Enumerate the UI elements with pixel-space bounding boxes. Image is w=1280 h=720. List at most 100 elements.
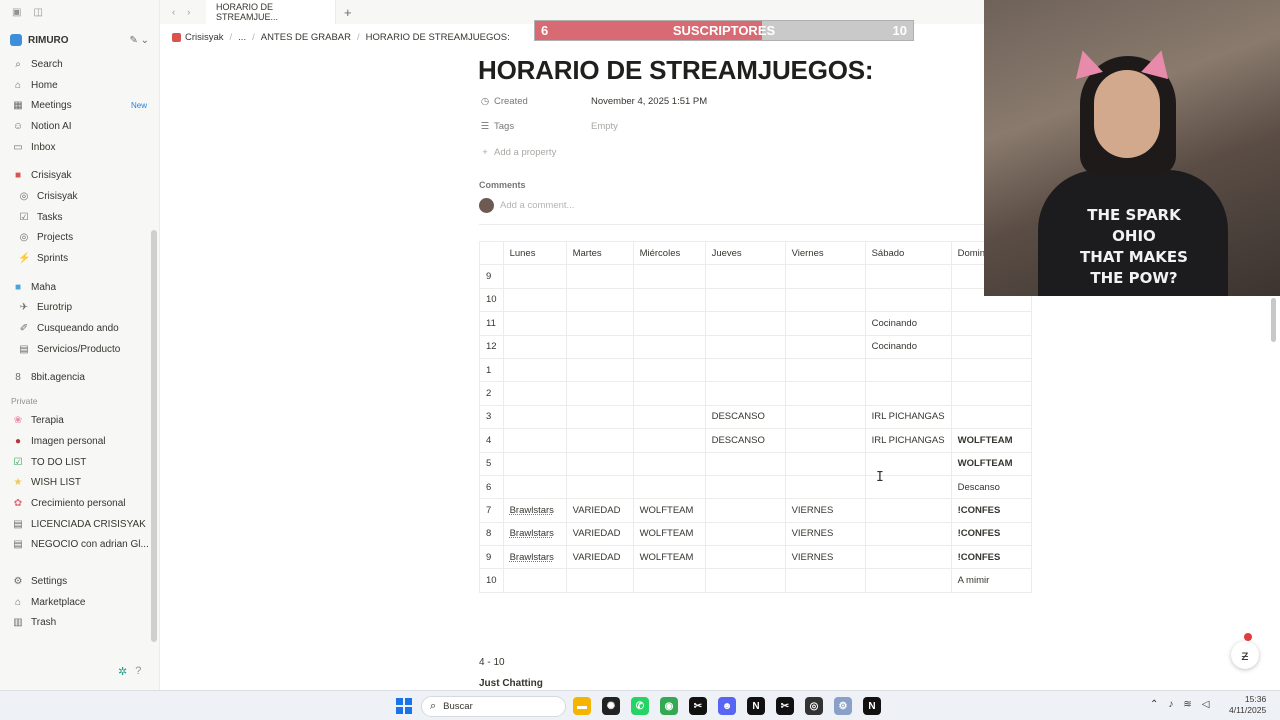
breadcrumb-item[interactable]: Crisisyak	[172, 32, 224, 43]
table-cell[interactable]	[632, 264, 706, 289]
table-cell[interactable]	[565, 264, 634, 289]
chevron-up-icon[interactable]: ⌃	[1150, 699, 1158, 710]
table-cell[interactable]: WOLFTEAM	[632, 498, 706, 523]
table-cell[interactable]	[950, 311, 1032, 336]
agent-icon[interactable]: ✲	[118, 665, 127, 678]
table-cell[interactable]	[502, 404, 567, 430]
back-icon[interactable]: ‹	[172, 7, 175, 18]
table-cell[interactable]	[502, 287, 567, 313]
table-cell[interactable]: Descanso	[950, 474, 1032, 500]
table-cell[interactable]: VARIEDAD	[565, 521, 634, 547]
volume-icon[interactable]: ◁	[1202, 699, 1210, 710]
table-cell[interactable]: DESCANSO	[704, 404, 786, 430]
table-cell[interactable]: 6	[479, 474, 504, 500]
sidebar-item-private[interactable]: ▤ LICENCIADA CRISISYAK	[0, 514, 159, 535]
table-cell[interactable]: IRL PICHANGAS	[864, 428, 952, 453]
table-cell[interactable]: !CONFES	[950, 498, 1032, 523]
table-cell[interactable]: VIERNES	[784, 498, 866, 523]
table-cell[interactable]	[502, 428, 567, 453]
table-cell[interactable]	[864, 568, 952, 593]
table-cell[interactable]	[784, 311, 866, 336]
sidebar-item-bottom[interactable]: ▥ Trash	[0, 613, 159, 634]
breadcrumb-item[interactable]: ANTES DE GRABAR	[261, 32, 351, 43]
table-cell[interactable]	[632, 404, 706, 430]
table-cell[interactable]	[864, 264, 952, 289]
add-property-button[interactable]: + Add a property	[480, 147, 556, 158]
sidebar-item-page[interactable]: ☑ Tasks	[0, 207, 159, 228]
table-cell[interactable]	[632, 334, 706, 359]
breadcrumb-item[interactable]: HORARIO DE STREAMJUEGOS:	[366, 32, 510, 43]
sidebar-item-meetings[interactable]: ▦ Meetings New	[0, 95, 159, 116]
table-cell[interactable]	[864, 357, 952, 383]
sidebar-item-page[interactable]: ✈ Eurotrip	[0, 298, 159, 319]
table-cell[interactable]: 2	[479, 381, 504, 406]
sidebar-item-page[interactable]: ⚡ Sprints	[0, 248, 159, 269]
table-cell[interactable]	[502, 381, 567, 406]
table-cell[interactable]: WOLFTEAM	[632, 545, 706, 570]
settings-icon[interactable]: ⚙	[834, 697, 852, 715]
tab-active[interactable]: HORARIO DE STREAMJUE...	[206, 0, 336, 24]
table-cell[interactable]	[704, 451, 786, 476]
table-cell[interactable]	[784, 568, 866, 593]
table-cell[interactable]	[784, 357, 866, 383]
table-cell[interactable]: 11	[479, 311, 504, 336]
table-cell[interactable]	[565, 451, 634, 476]
sidebar-item-bottom[interactable]: ⌂ Marketplace	[0, 592, 159, 613]
table-cell[interactable]: DESCANSO	[704, 428, 786, 453]
sidebar-item-notion-ai[interactable]: ☺ Notion AI	[0, 116, 159, 137]
sidebar-item-private[interactable]: ✿ Crecimiento personal	[0, 493, 159, 514]
table-cell[interactable]: WOLFTEAM	[950, 428, 1032, 453]
sidebar-item-inbox[interactable]: ▭ Inbox	[0, 137, 159, 158]
table-cell[interactable]	[704, 264, 786, 289]
table-cell[interactable]: Cocinando	[864, 311, 952, 336]
sidebar-item-search[interactable]: ⌕ Search	[0, 54, 159, 75]
page-title[interactable]: HORARIO DE STREAMJUEGOS:	[478, 55, 874, 86]
notion-logo-icon[interactable]: ▣	[12, 7, 21, 18]
table-cell[interactable]	[502, 334, 567, 359]
table-header-cell[interactable]: Lunes	[502, 240, 567, 266]
table-cell[interactable]	[565, 334, 634, 359]
help-icon[interactable]: ?	[135, 665, 141, 678]
table-cell[interactable]	[784, 428, 866, 453]
table-cell[interactable]: VARIEDAD	[565, 545, 634, 570]
help-button[interactable]: ƶ	[1231, 641, 1259, 669]
chrome-icon[interactable]: ◉	[660, 697, 678, 715]
table-cell[interactable]: Brawlstars	[502, 545, 567, 570]
table-cell[interactable]	[784, 334, 866, 359]
table-cell[interactable]	[784, 451, 866, 476]
table-cell[interactable]: 7	[479, 498, 504, 523]
table-cell[interactable]	[704, 498, 786, 523]
sidebar-item-bottom[interactable]: ⚙ Settings	[0, 571, 159, 592]
comment-input[interactable]: Add a comment...	[479, 198, 574, 213]
discord-icon[interactable]: ☻	[718, 697, 736, 715]
table-cell[interactable]: !CONFES	[950, 545, 1032, 570]
table-cell[interactable]	[950, 404, 1032, 430]
sidebar-item-private[interactable]: ▤ NEGOCIO con adrian Gl...	[0, 534, 159, 555]
table-cell[interactable]	[950, 334, 1032, 359]
table-header-cell[interactable]: Martes	[565, 240, 634, 266]
table-cell[interactable]	[704, 357, 786, 383]
teamspace-maha[interactable]: ■ Maha	[0, 277, 159, 298]
table-cell[interactable]	[784, 264, 866, 289]
table-header-cell[interactable]: Sábado	[864, 240, 952, 266]
table-cell[interactable]: 4	[479, 428, 504, 453]
table-cell[interactable]	[632, 311, 706, 336]
table-cell[interactable]	[565, 381, 634, 406]
table-cell[interactable]	[565, 568, 634, 593]
table-cell[interactable]	[864, 381, 952, 406]
clock[interactable]: 15:36 4/11/2025	[1229, 694, 1266, 716]
table-cell[interactable]: A mimir	[950, 568, 1032, 593]
capcut-icon[interactable]: ✂	[689, 697, 707, 715]
table-cell[interactable]	[704, 545, 786, 570]
table-cell[interactable]	[632, 451, 706, 476]
capcut-icon[interactable]: ✂	[776, 697, 794, 715]
table-cell[interactable]: Brawlstars	[502, 521, 567, 547]
sidebar-toggle-icon[interactable]: ◫	[33, 7, 42, 18]
table-cell[interactable]	[704, 381, 786, 406]
table-cell[interactable]: IRL PICHANGAS	[864, 404, 952, 430]
range-text[interactable]: 4 - 10	[479, 657, 505, 668]
sidebar-item-private[interactable]: ☑ TO DO LIST	[0, 452, 159, 473]
forward-icon[interactable]: ›	[187, 7, 190, 18]
table-cell[interactable]: 10	[479, 287, 504, 313]
table-cell[interactable]	[502, 264, 567, 289]
